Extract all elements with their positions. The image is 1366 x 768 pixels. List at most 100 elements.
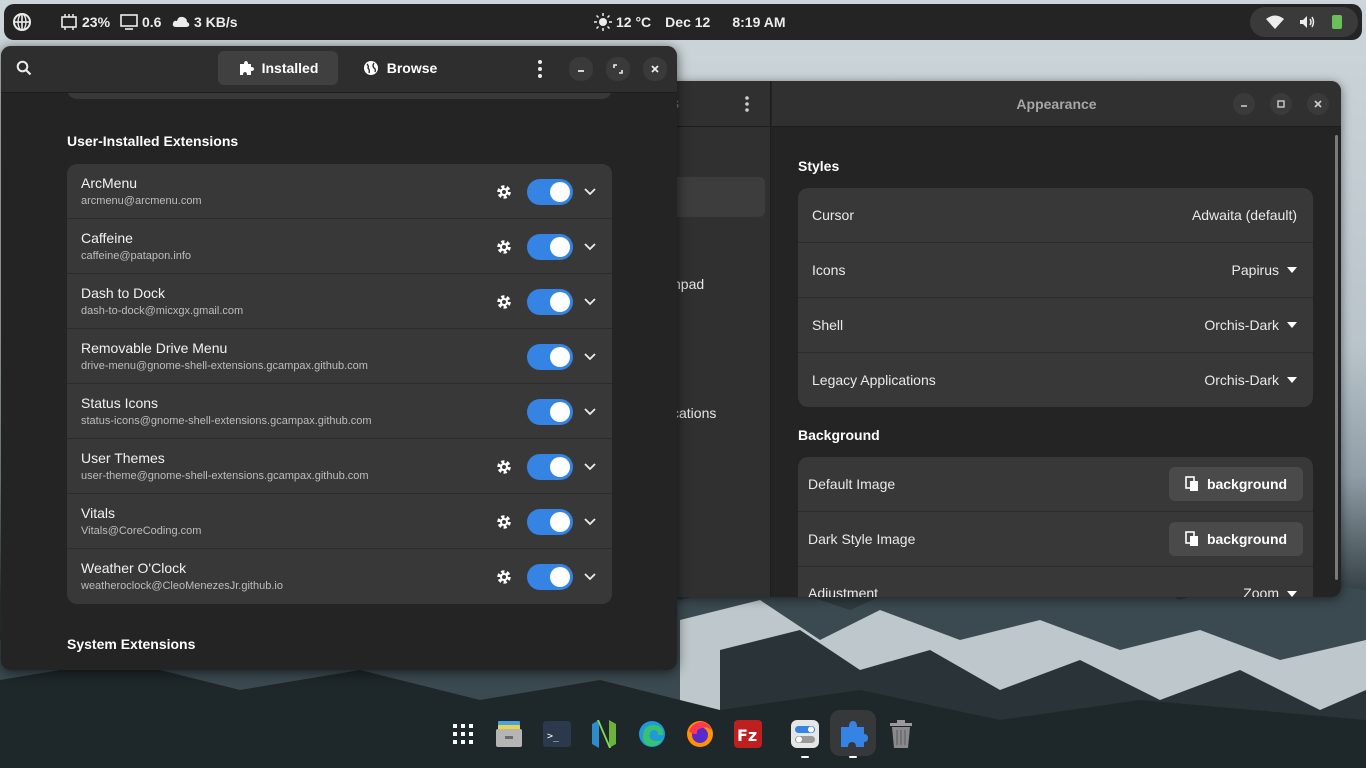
- dock-files[interactable]: [491, 716, 527, 752]
- enable-toggle[interactable]: [527, 179, 573, 205]
- adjustment-row[interactable]: Adjustment Zoom: [798, 567, 1313, 597]
- edge-icon: [639, 721, 665, 747]
- settings-scrollbar[interactable]: [1335, 135, 1338, 580]
- dock-neovim[interactable]: [586, 716, 622, 752]
- settings-window: s chpad cations Appearance Styles Cursor: [640, 81, 1341, 597]
- enable-toggle[interactable]: [527, 344, 573, 370]
- gear-icon[interactable]: [495, 183, 513, 201]
- monitor-icon: [120, 14, 138, 30]
- gear-icon[interactable]: [495, 568, 513, 586]
- default-image-button[interactable]: background: [1169, 467, 1303, 501]
- close-button[interactable]: [643, 57, 667, 81]
- maximize-icon: [1277, 100, 1285, 108]
- enable-toggle[interactable]: [527, 289, 573, 315]
- icons-row[interactable]: Icons Papirus: [798, 243, 1313, 298]
- dock-settings[interactable]: [787, 716, 823, 752]
- extension-row-status-icons: Status Icons status-icons@gnome-shell-ex…: [67, 384, 612, 439]
- gear-icon[interactable]: [495, 458, 513, 476]
- file-copy-icon: [1185, 476, 1198, 491]
- dock-firefox[interactable]: [682, 716, 718, 752]
- maximize-button[interactable]: [1270, 93, 1292, 115]
- settings-header: Appearance: [772, 81, 1341, 127]
- file-copy-icon: [1185, 531, 1198, 546]
- minimize-button[interactable]: [1233, 93, 1255, 115]
- extension-name: User Themes: [81, 450, 165, 466]
- search-icon[interactable]: [16, 60, 32, 76]
- system-status-menu[interactable]: [1250, 7, 1358, 37]
- dock-app-grid[interactable]: [445, 716, 481, 752]
- chevron-down-icon[interactable]: [583, 405, 597, 419]
- icons-dropdown[interactable]: Papirus: [1232, 243, 1297, 297]
- extensions-puzzle-icon: [841, 721, 868, 747]
- dock-terminal[interactable]: >_: [539, 716, 575, 752]
- shell-row[interactable]: Shell Orchis-Dark: [798, 298, 1313, 353]
- cloud-transfer-icon: [172, 16, 190, 27]
- battery-icon: [1332, 15, 1343, 29]
- extension-id: drive-menu@gnome-shell-extensions.gcampa…: [81, 360, 368, 372]
- tab-installed[interactable]: Installed: [218, 51, 338, 85]
- close-button[interactable]: [1307, 93, 1329, 115]
- chevron-down-icon[interactable]: [583, 515, 597, 529]
- gear-icon[interactable]: [495, 238, 513, 256]
- default-image-label: Default Image: [808, 476, 896, 492]
- svg-text:>_: >_: [547, 731, 560, 742]
- chevron-down-icon[interactable]: [583, 460, 597, 474]
- chevron-down-icon[interactable]: [583, 570, 597, 584]
- extension-id: caffeine@patapon.info: [81, 250, 192, 262]
- chevron-down-icon[interactable]: [583, 350, 597, 364]
- legacy-apps-row[interactable]: Legacy Applications Orchis-Dark: [798, 353, 1313, 407]
- activities-button[interactable]: [12, 4, 32, 40]
- filezilla-icon: Fz: [734, 720, 762, 748]
- shell-dropdown[interactable]: Orchis-Dark: [1204, 298, 1297, 352]
- extension-id: status-icons@gnome-shell-extensions.gcam…: [81, 415, 372, 427]
- clock-weather[interactable]: 12 °C Dec 12 8:19 AM: [594, 4, 786, 40]
- cursor-row[interactable]: Cursor Adwaita (default): [798, 188, 1313, 243]
- adjustment-label: Adjustment: [808, 585, 879, 597]
- adjustment-dropdown[interactable]: Zoom: [1243, 567, 1297, 597]
- minimize-button[interactable]: [569, 57, 593, 81]
- chevron-down-icon[interactable]: [583, 240, 597, 254]
- dock-trash[interactable]: [883, 716, 919, 752]
- enable-toggle[interactable]: [527, 399, 573, 425]
- tab-browse-label: Browse: [386, 60, 438, 76]
- styles-card: Cursor Adwaita (default) Icons Papirus S…: [798, 188, 1313, 407]
- top-bar: 23% 0.6 3 KB/s 12 °C Dec 12 8:19 AM: [4, 4, 1362, 40]
- extension-name: Vitals: [81, 505, 115, 521]
- extension-row-dash-to-dock: Dash to Dock dash-to-dock@micxgx.gmail.c…: [67, 274, 612, 329]
- maximize-icon: [613, 64, 623, 74]
- legacy-apps-label: Legacy Applications: [812, 372, 936, 388]
- dock-edge[interactable]: [634, 716, 670, 752]
- chevron-down-icon[interactable]: [583, 295, 597, 309]
- vitals-network[interactable]: 3 KB/s: [172, 4, 238, 40]
- extension-id: arcmenu@arcmenu.com: [81, 195, 202, 207]
- maximize-button[interactable]: [606, 57, 630, 81]
- adjustment-value: Zoom: [1243, 585, 1279, 597]
- background-section-title: Background: [798, 427, 880, 443]
- vitals-load[interactable]: 0.6: [120, 4, 161, 40]
- vitals-cpu[interactable]: 23%: [60, 4, 110, 40]
- styles-section-title: Styles: [798, 158, 840, 174]
- sidebar-item-applications[interactable]: cations: [672, 405, 716, 421]
- dark-style-image-button[interactable]: background: [1169, 522, 1303, 556]
- kebab-menu-icon[interactable]: [744, 96, 750, 112]
- extension-row-user-themes: User Themes user-theme@gnome-shell-exten…: [67, 439, 612, 494]
- gear-icon[interactable]: [495, 513, 513, 531]
- extension-row-arcmenu: ArcMenu arcmenu@arcmenu.com: [67, 164, 612, 219]
- dock-filezilla[interactable]: Fz: [730, 716, 766, 752]
- svg-text:Fz: Fz: [737, 726, 757, 745]
- chevron-down-icon[interactable]: [583, 185, 597, 199]
- close-icon: [651, 65, 659, 73]
- caret-down-icon: [1287, 377, 1297, 383]
- kebab-menu-icon[interactable]: [537, 60, 543, 78]
- cpu-value: 23%: [82, 14, 111, 30]
- tab-browse[interactable]: Browse: [351, 51, 449, 85]
- enable-toggle[interactable]: [527, 564, 573, 590]
- enable-toggle[interactable]: [527, 234, 573, 260]
- gear-icon[interactable]: [495, 293, 513, 311]
- enable-toggle[interactable]: [527, 454, 573, 480]
- extension-name: Status Icons: [81, 395, 159, 411]
- legacy-apps-dropdown[interactable]: Orchis-Dark: [1204, 353, 1297, 407]
- time-label: 8:19 AM: [732, 14, 786, 30]
- dock-extensions[interactable]: [835, 716, 871, 752]
- enable-toggle[interactable]: [527, 509, 573, 535]
